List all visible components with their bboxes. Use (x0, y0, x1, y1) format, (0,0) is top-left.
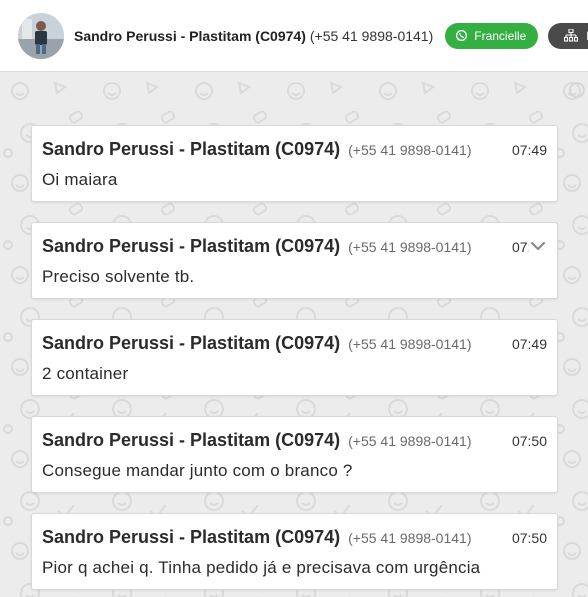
message-text: Consegue mandar junto com o branco ? (42, 461, 353, 480)
whatsapp-icon (456, 29, 468, 42)
message-header: Sandro Perussi - Plastitam (C0974) (+55 … (42, 236, 547, 257)
message-text: Oi maiara (42, 170, 118, 189)
sitemap-icon (564, 29, 579, 42)
chat-area[interactable]: Sandro Perussi - Plastitam (C0974) (+55 … (0, 73, 588, 597)
message-header: Sandro Perussi - Plastitam (C0974) (+55 … (42, 527, 547, 548)
message-phone: (+55 41 9898-0141) (348, 336, 472, 352)
message-text: Preciso solvente tb. (42, 267, 195, 286)
message-time: 07:49 (511, 142, 547, 158)
chevron-down-icon (530, 241, 546, 251)
message-time: 07:50 (511, 433, 547, 449)
message-bubble[interactable]: Sandro Perussi - Plastitam (C0974) (+55 … (31, 416, 558, 493)
contact-phone: (+55 41 9898-0141) (309, 27, 434, 44)
message-bubble[interactable]: Sandro Perussi - Plastitam (C0974) (+55 … (31, 125, 558, 202)
message-sender: Sandro Perussi - Plastitam (C0974) (42, 430, 341, 450)
message-header: Sandro Perussi - Plastitam (C0974) (+55 … (42, 333, 547, 354)
emoji-icon (569, 82, 585, 98)
message-sender: Sandro Perussi - Plastitam (C0974) (42, 236, 341, 256)
message-bubble[interactable]: Sandro Perussi - Plastitam (C0974) (+55 … (31, 513, 558, 590)
chat-header: Sandro Perussi - Plastitam (C0974) (+55 … (0, 0, 588, 72)
message-text: 2 container (42, 364, 129, 383)
message-bubble[interactable]: Sandro Perussi - Plastitam (C0974) (+55 … (31, 319, 558, 396)
message-options-button[interactable] (529, 239, 547, 253)
department-button[interactable]: F (548, 22, 588, 49)
message-phone: (+55 41 9898-0141) (348, 530, 472, 546)
message-header: Sandro Perussi - Plastitam (C0974) (+55 … (42, 139, 547, 160)
message-sender: Sandro Perussi - Plastitam (C0974) (42, 527, 341, 547)
assigned-agent-button[interactable]: Francielle (445, 22, 539, 49)
message-phone: (+55 41 9898-0141) (348, 142, 472, 158)
contact-avatar[interactable] (18, 12, 64, 59)
message-time: 07:50 (511, 530, 547, 546)
message-time: 07:49 (511, 336, 547, 352)
message-phone: (+55 41 9898-0141) (348, 239, 472, 255)
contact-name: Sandro Perussi - Plastitam (C0974) (74, 27, 306, 44)
message-phone: (+55 41 9898-0141) (348, 433, 472, 449)
message-sender: Sandro Perussi - Plastitam (C0974) (42, 139, 341, 159)
message-text: Pior q achei q. Tinha pedido já e precis… (42, 558, 481, 577)
message-header: Sandro Perussi - Plastitam (C0974) (+55 … (42, 430, 547, 451)
message-bubble[interactable]: Sandro Perussi - Plastitam (C0974) (+55 … (31, 222, 558, 299)
message-sender: Sandro Perussi - Plastitam (C0974) (42, 333, 341, 353)
assigned-agent-label: Francielle (474, 28, 527, 43)
